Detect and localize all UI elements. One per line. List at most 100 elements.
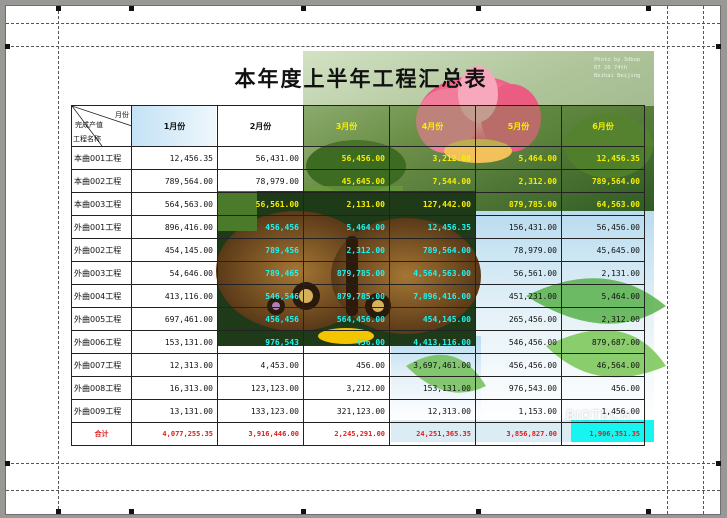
value-cell[interactable]: 56,456.00	[303, 146, 390, 170]
total-cell[interactable]: 4,077,255.35	[131, 422, 218, 446]
value-cell[interactable]: 56,456.00	[561, 215, 645, 239]
value-cell[interactable]: 789,456	[217, 238, 304, 262]
value-cell[interactable]: 3,697,461.00	[389, 353, 476, 377]
value-cell[interactable]: 78,979.00	[475, 238, 562, 262]
value-cell[interactable]: 123,123.00	[217, 376, 304, 400]
value-cell[interactable]: 789,564.00	[131, 169, 218, 193]
value-cell[interactable]: 546,456.00	[475, 330, 562, 354]
month-header-1[interactable]: 1月份	[131, 105, 218, 147]
value-cell[interactable]: 2,131.00	[303, 192, 390, 216]
value-cell[interactable]: 78,979.00	[217, 169, 304, 193]
value-cell[interactable]: 16,313.00	[131, 376, 218, 400]
value-cell[interactable]: 45,645.00	[561, 238, 645, 262]
project-name-cell[interactable]: 外曲004工程	[71, 284, 132, 308]
value-cell[interactable]: 321,123.00	[303, 399, 390, 423]
month-header-2[interactable]: 2月份	[217, 105, 304, 147]
value-cell[interactable]: 12,456.35	[561, 146, 645, 170]
value-cell[interactable]: 456,456	[217, 307, 304, 331]
value-cell[interactable]: 12,456.35	[131, 146, 218, 170]
value-cell[interactable]: 56,561.00	[217, 192, 304, 216]
month-header-4[interactable]: 4月份	[389, 105, 476, 147]
value-cell[interactable]: 46,564.00	[561, 353, 645, 377]
value-cell[interactable]: 1,456.00	[561, 399, 645, 423]
value-cell[interactable]: 4,453.00	[217, 353, 304, 377]
value-cell[interactable]: 879,785.00	[303, 284, 390, 308]
value-cell[interactable]: 456.00	[303, 330, 390, 354]
project-name-cell[interactable]: 本曲002工程	[71, 169, 132, 193]
project-name-cell[interactable]: 外曲006工程	[71, 330, 132, 354]
value-cell[interactable]: 64,563.00	[561, 192, 645, 216]
value-cell[interactable]: 456.00	[303, 353, 390, 377]
total-cell[interactable]: 1,906,351.35	[561, 422, 645, 446]
value-cell[interactable]: 12,313.00	[131, 353, 218, 377]
value-cell[interactable]: 12,456.35	[389, 215, 476, 239]
value-cell[interactable]: 45,645.00	[303, 169, 390, 193]
table-row: 外曲005工程 697,461.00 456,456 564,456.00 454,14…	[71, 307, 645, 331]
value-cell[interactable]: 5,464.00	[561, 284, 645, 308]
project-name-cell[interactable]: 外曲009工程	[71, 399, 132, 423]
total-label-cell[interactable]: 合计	[71, 422, 132, 446]
project-name-cell[interactable]: 外曲001工程	[71, 215, 132, 239]
value-cell[interactable]: 156,431.00	[475, 215, 562, 239]
value-cell[interactable]: 3,212.00	[303, 376, 390, 400]
value-cell[interactable]: 546,546	[217, 284, 304, 308]
value-cell[interactable]: 789,564.00	[389, 238, 476, 262]
value-cell[interactable]: 454,145.00	[131, 238, 218, 262]
corner-header-cell[interactable]: 月份 完成产值 工程名称	[71, 105, 132, 147]
project-name-cell[interactable]: 外曲002工程	[71, 238, 132, 262]
value-cell[interactable]: 153,131.00	[131, 330, 218, 354]
value-cell[interactable]: 2,312.00	[303, 238, 390, 262]
total-cell[interactable]: 3,916,446.00	[217, 422, 304, 446]
value-cell[interactable]: 4,413,116.00	[389, 330, 476, 354]
value-cell[interactable]: 133,123.00	[217, 399, 304, 423]
project-name-cell[interactable]: 本曲001工程	[71, 146, 132, 170]
value-cell[interactable]: 456,456	[217, 215, 304, 239]
value-cell[interactable]: 12,313.00	[389, 399, 476, 423]
value-cell[interactable]: 13,131.00	[131, 399, 218, 423]
value-cell[interactable]: 54,646.00	[131, 261, 218, 285]
value-cell[interactable]: 896,416.00	[131, 215, 218, 239]
value-cell[interactable]: 879,785.00	[475, 192, 562, 216]
value-cell[interactable]: 3,212.00	[389, 146, 476, 170]
value-cell[interactable]: 5,464.00	[475, 146, 562, 170]
value-cell[interactable]: 454,145.00	[389, 307, 476, 331]
total-cell[interactable]: 24,251,365.35	[389, 422, 476, 446]
project-name-cell[interactable]: 外曲003工程	[71, 261, 132, 285]
value-cell[interactable]: 976,543.00	[475, 376, 562, 400]
value-cell[interactable]: 56,561.00	[475, 261, 562, 285]
project-name-cell[interactable]: 外曲007工程	[71, 353, 132, 377]
value-cell[interactable]: 976,543	[217, 330, 304, 354]
value-cell[interactable]: 7,544.00	[389, 169, 476, 193]
month-header-6[interactable]: 6月份	[561, 105, 645, 147]
value-cell[interactable]: 456,456.00	[475, 353, 562, 377]
value-cell[interactable]: 7,896,416.00	[389, 284, 476, 308]
value-cell[interactable]: 4,564,563.00	[389, 261, 476, 285]
value-cell[interactable]: 5,464.00	[303, 215, 390, 239]
month-header-5[interactable]: 5月份	[475, 105, 562, 147]
value-cell[interactable]: 153,131.00	[389, 376, 476, 400]
total-cell[interactable]: 3,856,827.00	[475, 422, 562, 446]
project-name-cell[interactable]: 本曲003工程	[71, 192, 132, 216]
value-cell[interactable]: 879,785.00	[303, 261, 390, 285]
value-cell[interactable]: 2,131.00	[561, 261, 645, 285]
value-cell[interactable]: 564,456.00	[303, 307, 390, 331]
value-cell[interactable]: 127,442.00	[389, 192, 476, 216]
total-cell[interactable]: 2,245,291.00	[303, 422, 390, 446]
value-cell[interactable]: 413,116.00	[131, 284, 218, 308]
value-cell[interactable]: 697,461.00	[131, 307, 218, 331]
corner-month-label: 月份	[115, 111, 129, 119]
project-name-cell[interactable]: 外曲008工程	[71, 376, 132, 400]
month-header-3[interactable]: 3月份	[303, 105, 390, 147]
value-cell[interactable]: 879,687.00	[561, 330, 645, 354]
value-cell[interactable]: 56,431.00	[217, 146, 304, 170]
value-cell[interactable]: 564,563.00	[131, 192, 218, 216]
value-cell[interactable]: 789,465	[217, 261, 304, 285]
value-cell[interactable]: 456.00	[561, 376, 645, 400]
value-cell[interactable]: 451,231.00	[475, 284, 562, 308]
value-cell[interactable]: 1,153.00	[475, 399, 562, 423]
value-cell[interactable]: 265,456.00	[475, 307, 562, 331]
value-cell[interactable]: 2,312.00	[475, 169, 562, 193]
value-cell[interactable]: 2,312.00	[561, 307, 645, 331]
value-cell[interactable]: 789,564.00	[561, 169, 645, 193]
project-name-cell[interactable]: 外曲005工程	[71, 307, 132, 331]
